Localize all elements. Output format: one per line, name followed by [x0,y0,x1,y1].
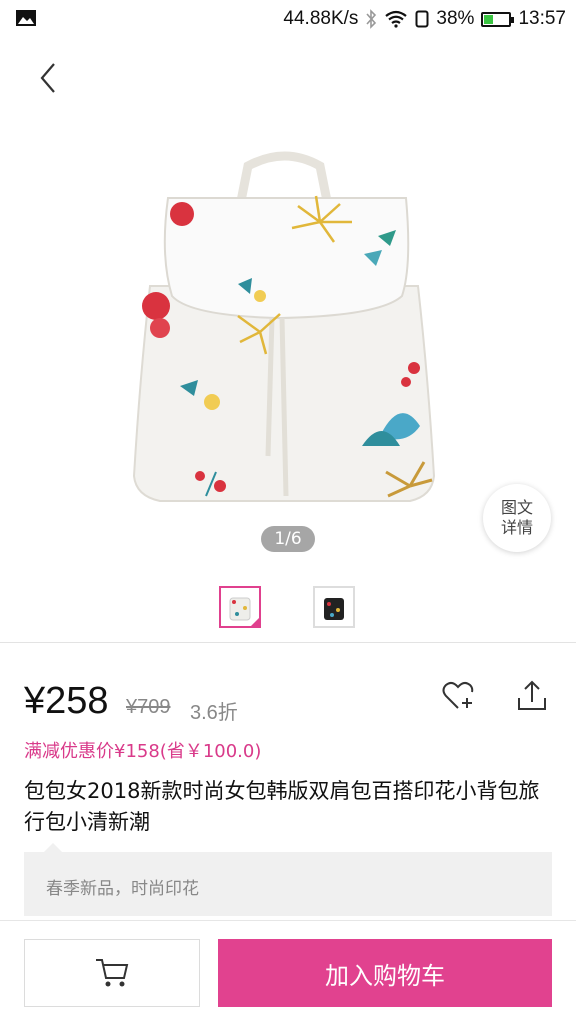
back-icon[interactable] [30,58,70,98]
battery-icon [481,11,515,27]
cart-icon [96,959,129,987]
product-description: 春季新品，时尚印花 [46,879,199,899]
bluetooth-icon [366,9,377,29]
battery-fill [484,14,494,24]
thumbnail-black-backpack[interactable] [313,586,355,628]
product-image-gallery[interactable]: 1/6 图文 详情 [0,38,576,576]
current-price: ¥258 [24,680,109,722]
bottom-action-bar: 加入购物车 [0,920,576,1025]
wifi-icon [385,10,408,28]
image-text-details-button[interactable]: 图文 详情 [483,484,551,552]
promo-price: 满减优惠价¥158(省￥100.0) [24,741,262,762]
image-icon [16,10,36,26]
product-title: 包包女2018新款时尚女包韩版双肩包百搭印花小背包旅行包小清新潮 [24,779,540,834]
thumbnail-white-backpack[interactable] [219,586,261,628]
heart-plus-icon[interactable] [440,678,476,714]
clock: 13:57 [518,8,566,29]
page-indicator: 1/6 [261,526,315,552]
battery-percent: 38% [436,8,475,29]
price-row: ¥258 ¥709 3.6折 [24,674,552,730]
product-description-box: 春季新品，时尚印花 [24,843,552,916]
cart-button[interactable] [24,939,200,1007]
status-bar: 44.88K/s 38% 13:57 [0,0,576,38]
thumbnail-strip [0,576,576,643]
sim-icon [415,10,429,28]
discount-label: 3.6折 [190,702,238,724]
network-speed: 44.88K/s [283,8,359,29]
share-icon[interactable] [514,678,550,714]
backpack-image [132,151,436,502]
original-price: ¥709 [126,696,171,718]
add-to-cart-button[interactable]: 加入购物车 [218,939,552,1007]
